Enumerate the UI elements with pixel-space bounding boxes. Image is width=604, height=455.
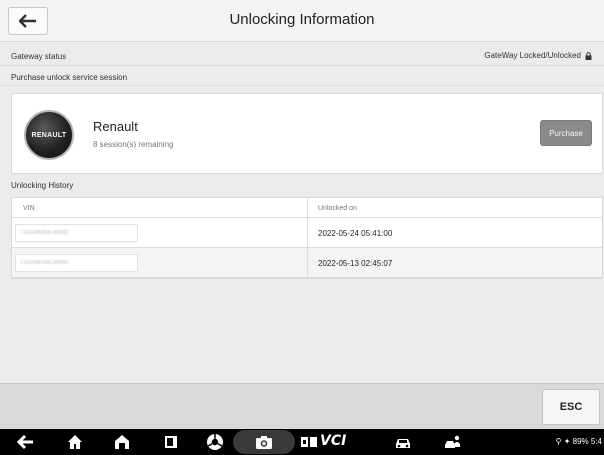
vin-cell: LSGEMERML000981 <box>15 254 138 272</box>
screen-mirror-icon[interactable] <box>300 433 318 451</box>
gateway-status-text: GateWay Locked/Unlocked <box>484 51 581 60</box>
brand-card: RENAULT Renault 8 session(s) remaining P… <box>11 93 603 174</box>
column-divider <box>307 248 308 277</box>
gateway-status-row: Gateway status GateWay Locked/Unlocked <box>0 46 604 66</box>
remote-support-icon[interactable] <box>444 433 462 451</box>
lock-icon <box>585 51 592 60</box>
table-row[interactable]: LSGEMERML000981 2022-05-24 05:41:00 <box>12 218 602 248</box>
table-header: VIN Unlocked on <box>12 198 602 218</box>
back-icon[interactable] <box>17 433 35 451</box>
history-table: VIN Unlocked on LSGEMERML000981 2022-05-… <box>11 197 603 279</box>
unlocked-on-cell: 2022-05-13 02:45:07 <box>318 259 393 268</box>
esc-button[interactable]: ESC <box>542 389 600 425</box>
brand-name: Renault <box>93 119 138 134</box>
unlocked-on-cell: 2022-05-24 05:41:00 <box>318 229 393 238</box>
wifi-icon: ✦ <box>563 437 571 446</box>
history-section-label: Unlocking History <box>11 181 74 190</box>
recent-apps-icon[interactable] <box>162 433 180 451</box>
bottom-action-bar: ESC <box>0 383 604 429</box>
column-divider <box>307 198 308 217</box>
home-icon[interactable] <box>66 433 84 451</box>
location-icon: ⚲ <box>555 437 562 446</box>
table-row[interactable]: LSGEMERML000981 2022-05-13 02:45:07 <box>12 248 602 278</box>
system-nav-bar: VCI ⚲ ✦ 89% 5:4 <box>0 429 604 455</box>
car-diagnostics-icon[interactable] <box>394 433 412 451</box>
camera-icon[interactable] <box>255 433 273 451</box>
vin-value: LSGEMERML000981 <box>21 260 70 266</box>
gateway-status-label: Gateway status <box>11 52 67 61</box>
chrome-icon[interactable] <box>206 433 224 451</box>
purchase-button[interactable]: Purchase <box>540 120 592 146</box>
sessions-remaining: 8 session(s) remaining <box>93 140 174 149</box>
header-bar: Unlocking Information <box>0 0 604 42</box>
battery-time: 89% 5:4 <box>572 437 602 446</box>
purchase-section-label: Purchase unlock service session <box>11 73 128 82</box>
gateway-status-value: GateWay Locked/Unlocked <box>484 51 592 60</box>
vin-value: LSGEMERML000981 <box>21 230 70 236</box>
column-header-unlocked-on: Unlocked on <box>318 205 357 212</box>
page-title: Unlocking Information <box>229 11 375 28</box>
vci-label[interactable]: VCI <box>320 433 346 449</box>
app-home-icon[interactable] <box>113 433 131 451</box>
renault-logo: RENAULT <box>24 110 74 160</box>
column-divider <box>307 218 308 247</box>
purchase-section-header: Purchase unlock service session <box>0 68 604 86</box>
status-bar: ⚲ ✦ 89% 5:4 <box>556 437 602 446</box>
column-header-vin: VIN <box>23 205 35 212</box>
vin-cell: LSGEMERML000981 <box>15 224 138 242</box>
